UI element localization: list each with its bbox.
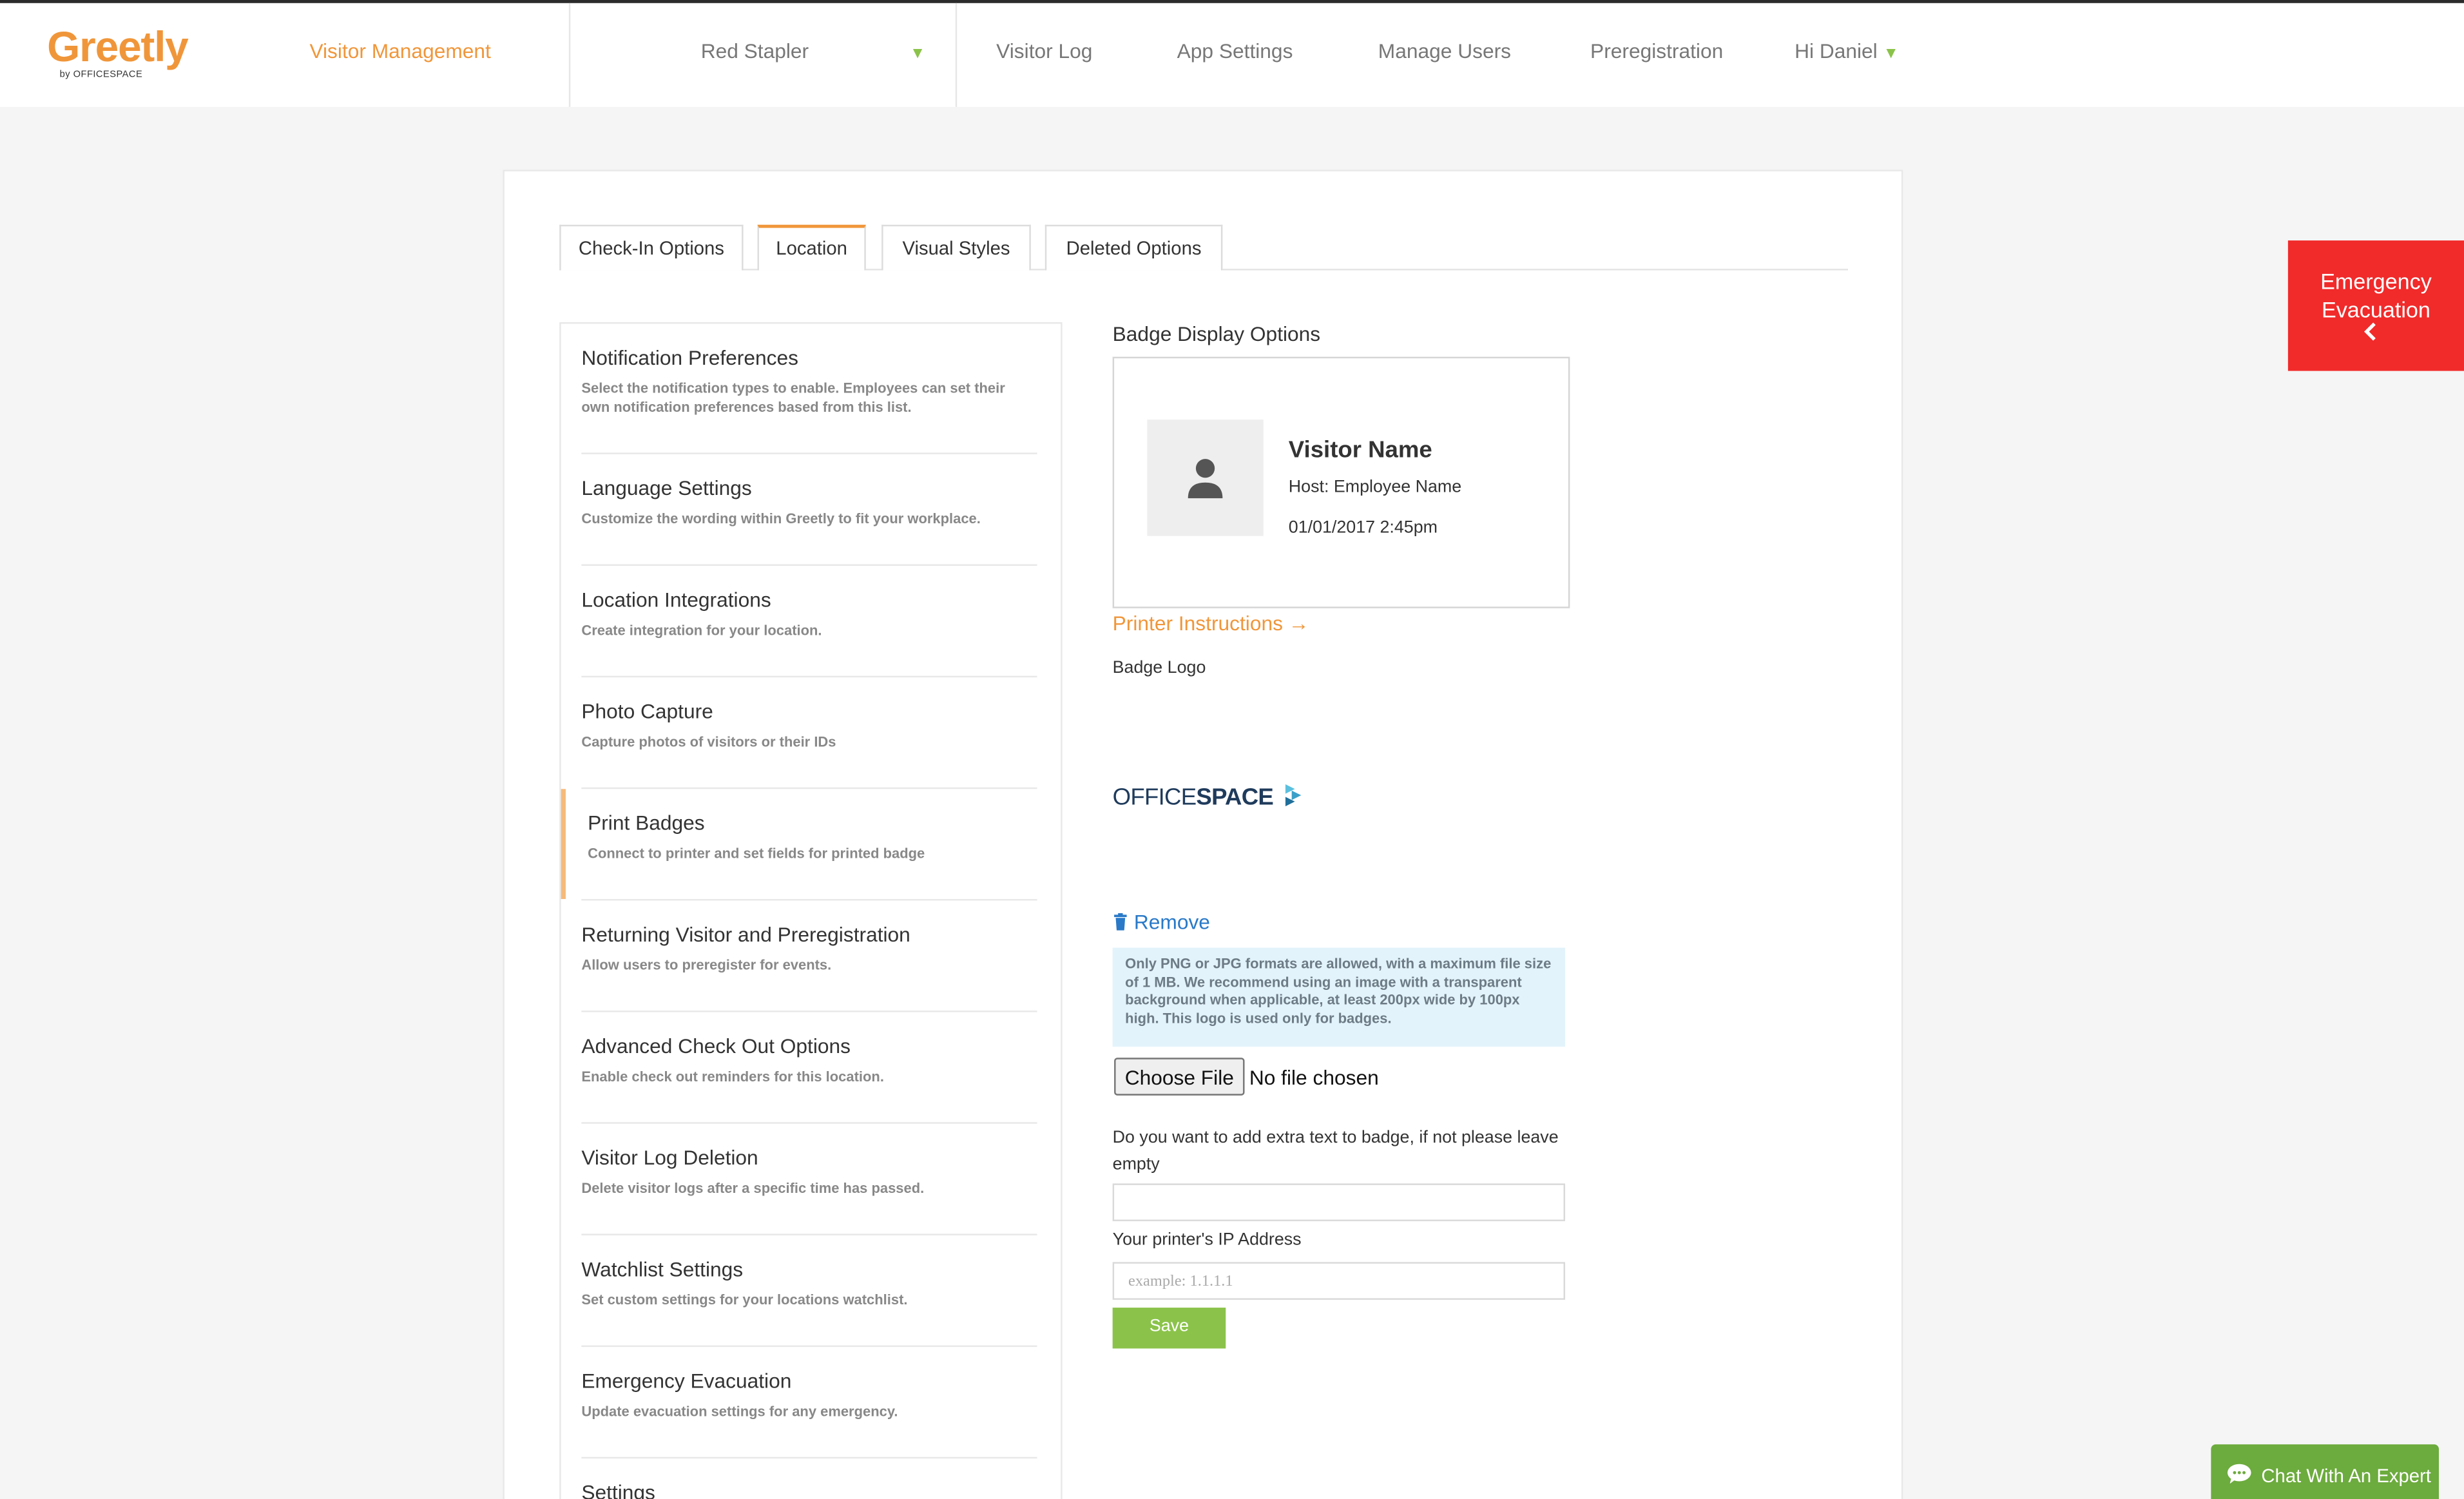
settings-item-visitor-log-deletion[interactable]: Visitor Log Deletion Delete visitor logs… — [581, 1146, 1037, 1197]
divider — [581, 787, 1037, 789]
settings-item-language-settings[interactable]: Language Settings Customize the wording … — [581, 476, 1037, 528]
tab-check-in-options[interactable]: Check-In Options — [559, 224, 744, 271]
logo-format-info: Only PNG or JPG formats are allowed, wit… — [1112, 947, 1566, 1047]
badge-display-title: Badge Display Options — [1112, 322, 1321, 346]
settings-item-desc: Create integration for your location. — [581, 622, 822, 639]
printer-ip-input[interactable] — [1112, 1262, 1566, 1300]
settings-item-emergency-evacuation[interactable]: Emergency Evacuation Update evacuation s… — [581, 1369, 1037, 1420]
settings-item-desc: Set custom settings for your locations w… — [581, 1291, 908, 1308]
avatar-placeholder — [1147, 420, 1264, 536]
tab-location[interactable]: Location — [757, 224, 866, 271]
settings-item-desc: Allow users to preregister for events. — [581, 957, 832, 973]
trash-icon — [1114, 913, 1127, 931]
settings-item-watchlist-settings[interactable]: Watchlist Settings Set custom settings f… — [581, 1257, 1037, 1309]
nav-visitor-log[interactable]: Visitor Log — [996, 39, 1092, 63]
app-window: Greetly by OFFICESPACE Visitor Managemen… — [0, 0, 2464, 1499]
settings-item-print-badges[interactable]: Print Badges Connect to printer and set … — [588, 811, 1043, 862]
settings-item-title: Location Integrations — [581, 588, 771, 612]
printer-ip-label: Your printer's IP Address — [1112, 1230, 1302, 1250]
settings-item-title: Settings — [581, 1480, 655, 1499]
settings-item-desc: Capture photos of visitors or their IDs — [581, 733, 836, 750]
settings-item-advanced-check-out[interactable]: Advanced Check Out Options Enable check … — [581, 1034, 1037, 1086]
badge-date: 01/01/2017 2:45pm — [1288, 518, 1438, 538]
settings-item-title: Language Settings — [581, 476, 752, 500]
settings-item-photo-capture[interactable]: Photo Capture Capture photos of visitors… — [581, 699, 1037, 751]
divider — [581, 564, 1037, 566]
emergency-label-line1: Emergency — [2320, 269, 2432, 295]
settings-item-title: Returning Visitor and Preregistration — [581, 922, 910, 947]
remove-label: Remove — [1133, 910, 1210, 934]
tab-visual-styles[interactable]: Visual Styles — [881, 224, 1031, 271]
divider — [581, 1233, 1037, 1235]
chat-bubble-icon — [2227, 1464, 2251, 1484]
user-menu[interactable]: Hi Daniel ▼ — [1795, 39, 1899, 63]
chat-with-expert-button[interactable]: Chat With An Expert — [2211, 1444, 2439, 1499]
active-indicator — [561, 789, 566, 899]
person-icon — [1188, 459, 1223, 499]
settings-item-desc: Delete visitor logs after a specific tim… — [581, 1180, 925, 1196]
settings-item-desc: Update evacuation settings for any emerg… — [581, 1403, 898, 1420]
badge-logo-label: Badge Logo — [1112, 658, 1206, 678]
nav-divider — [955, 3, 958, 107]
settings-item-returning-visitor[interactable]: Returning Visitor and Preregistration Al… — [581, 923, 1037, 974]
officespace-mark-icon — [1285, 784, 1302, 807]
file-status: No file chosen — [1249, 1065, 1379, 1090]
logo-text-light: OFFICE — [1112, 784, 1197, 811]
settings-item-location-integrations[interactable]: Location Integrations Create integration… — [581, 588, 1037, 639]
greetly-logo[interactable]: Greetly by OFFICESPACE — [47, 23, 189, 81]
chat-label: Chat With An Expert — [2261, 1464, 2431, 1487]
badge-visitor-name: Visitor Name — [1288, 436, 1432, 464]
divider — [581, 1011, 1037, 1012]
nav-preregistration[interactable]: Preregistration — [1590, 39, 1723, 63]
divider — [581, 675, 1037, 678]
extra-text-label: Do you want to add extra text to badge, … — [1112, 1128, 1559, 1174]
emergency-label-line2: Evacuation — [2321, 296, 2430, 322]
nav-app-settings[interactable]: App Settings — [1177, 39, 1293, 63]
settings-item-desc: Select the notification types to enable.… — [581, 380, 1005, 415]
divider — [581, 1345, 1037, 1348]
printer-instructions-link[interactable]: Printer Instructions → — [1113, 612, 1309, 635]
nav-manage-users[interactable]: Manage Users — [1378, 39, 1511, 63]
tab-deleted-options[interactable]: Deleted Options — [1044, 224, 1223, 271]
settings-item-settings[interactable]: Settings — [581, 1480, 1037, 1499]
choose-file-button[interactable]: Choose File — [1114, 1058, 1245, 1096]
chevron-left-icon — [2364, 322, 2376, 341]
divider — [581, 898, 1037, 901]
nav-divider — [568, 3, 571, 107]
settings-item-title: Notification Preferences — [581, 345, 798, 370]
settings-item-desc: Customize the wording within Greetly to … — [581, 510, 981, 527]
emergency-label: Emergency Evacuation — [2288, 240, 2464, 324]
settings-item-title: Print Badges — [588, 811, 705, 835]
emergency-evacuation-tab[interactable]: Emergency Evacuation — [2287, 240, 2464, 371]
logo-text: Greetly — [47, 23, 189, 71]
user-greeting: Hi Daniel — [1795, 39, 1878, 63]
divider — [581, 1122, 1037, 1124]
logo-subtext: by OFFICESPACE — [59, 70, 143, 81]
location-caret-icon[interactable]: ▼ — [910, 46, 925, 63]
settings-item-desc: Enable check out reminders for this loca… — [581, 1069, 884, 1085]
logo-text-bold: SPACE — [1196, 784, 1274, 811]
divider — [581, 452, 1037, 454]
settings-item-title: Advanced Check Out Options — [581, 1034, 851, 1058]
badge-host: Host: Employee Name — [1288, 478, 1462, 497]
settings-item-title: Watchlist Settings — [581, 1257, 744, 1281]
divider — [581, 1456, 1037, 1459]
officespace-logo: OFFICESPACE — [1113, 783, 1305, 811]
extra-text-input[interactable] — [1112, 1183, 1566, 1221]
settings-item-title: Photo Capture — [581, 699, 713, 723]
nav-visitor-management[interactable]: Visitor Management — [309, 39, 490, 63]
save-button[interactable]: Save — [1112, 1308, 1226, 1349]
settings-item-desc: Connect to printer and set fields for pr… — [588, 846, 925, 862]
settings-item-notification-preferences[interactable]: Notification Preferences Select the noti… — [581, 346, 1037, 417]
user-caret-icon: ▼ — [1883, 45, 1899, 63]
location-select[interactable]: Red Stapler — [701, 39, 809, 63]
settings-item-title: Visitor Log Deletion — [581, 1145, 758, 1170]
settings-item-title: Emergency Evacuation — [581, 1369, 792, 1393]
remove-logo-button[interactable]: Remove — [1113, 910, 1210, 934]
